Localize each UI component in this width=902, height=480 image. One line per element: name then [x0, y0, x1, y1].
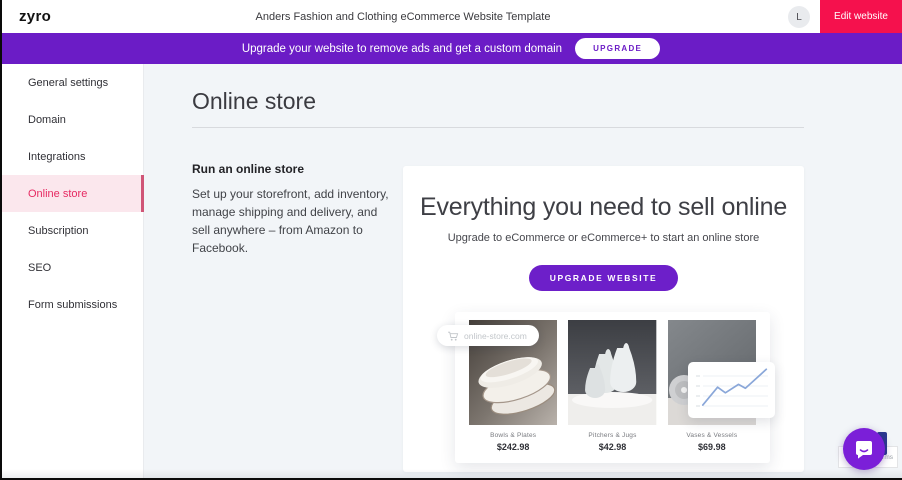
chart-gridlines: [703, 376, 768, 406]
sidebar-item-general-settings[interactable]: General settings: [0, 64, 143, 101]
mini-line-chart-line: [703, 369, 767, 405]
intro-copy: Run an online store Set up your storefro…: [192, 162, 398, 257]
app-window: zyro Anders Fashion and Clothing eCommer…: [0, 0, 902, 480]
avatar[interactable]: L: [788, 6, 810, 28]
product-card: Pitchers & Jugs $42.98: [568, 320, 656, 452]
sidebar-item-label: Domain: [28, 114, 66, 126]
page-title: Online store: [192, 88, 316, 115]
sidebar-item-label: Integrations: [28, 151, 85, 163]
sidebar-item-domain[interactable]: Domain: [0, 101, 143, 138]
edit-website-button[interactable]: Edit website: [820, 0, 902, 33]
sidebar-item-label: Online store: [28, 188, 87, 200]
site-title: Anders Fashion and Clothing eCommerce We…: [0, 0, 806, 33]
product-price: $42.98: [568, 442, 656, 452]
sidebar-item-form-submissions[interactable]: Form submissions: [0, 286, 143, 323]
chat-widget-button[interactable]: [843, 428, 885, 470]
sidebar-item-seo[interactable]: SEO: [0, 249, 143, 286]
banner-upgrade-button[interactable]: UPGRADE: [575, 38, 660, 59]
upgrade-banner: Upgrade your website to remove ads and g…: [0, 33, 902, 64]
product-name: Bowls & Plates: [469, 432, 557, 439]
storefront-mockup: online-store.com: [455, 312, 770, 463]
product-price: $242.98: [469, 442, 557, 452]
bottom-shadow: [0, 469, 902, 478]
intro-body: Set up your storefront, add inventory, m…: [192, 185, 398, 257]
intro-heading: Run an online store: [192, 162, 398, 176]
product-name: Pitchers & Jugs: [568, 432, 656, 439]
chart-ticks: [696, 376, 700, 406]
top-bar: zyro Anders Fashion and Clothing eCommer…: [0, 0, 902, 33]
product-image-pitchers: [568, 320, 656, 425]
frame-edge: [0, 0, 2, 480]
sidebar-item-label: Subscription: [28, 225, 89, 237]
sidebar-item-subscription[interactable]: Subscription: [0, 212, 143, 249]
sidebar-item-online-store[interactable]: Online store: [0, 175, 143, 212]
banner-text: Upgrade your website to remove ads and g…: [242, 43, 562, 55]
sidebar-item-label: Form submissions: [28, 299, 117, 311]
promo-heading: Everything you need to sell online: [403, 193, 804, 222]
product-price: $69.98: [668, 442, 756, 452]
product-name: Vases & Vessels: [668, 432, 756, 439]
cart-icon: [447, 330, 459, 342]
store-url-text: online-store.com: [464, 331, 527, 341]
promo-subheading: Upgrade to eCommerce or eCommerce+ to st…: [403, 232, 804, 244]
sidebar-item-label: General settings: [28, 77, 108, 89]
settings-sidebar: General settings Domain Integrations Onl…: [0, 64, 144, 480]
chat-bubble-icon: [852, 437, 876, 461]
store-url-pill: online-store.com: [437, 325, 539, 346]
ecommerce-promo-panel: Everything you need to sell online Upgra…: [403, 166, 804, 472]
title-divider: [192, 127, 804, 128]
upgrade-website-button[interactable]: UPGRADE WEBSITE: [529, 265, 679, 291]
sidebar-item-label: SEO: [28, 262, 51, 274]
sidebar-item-integrations[interactable]: Integrations: [0, 138, 143, 175]
mini-line-chart: [688, 362, 775, 418]
